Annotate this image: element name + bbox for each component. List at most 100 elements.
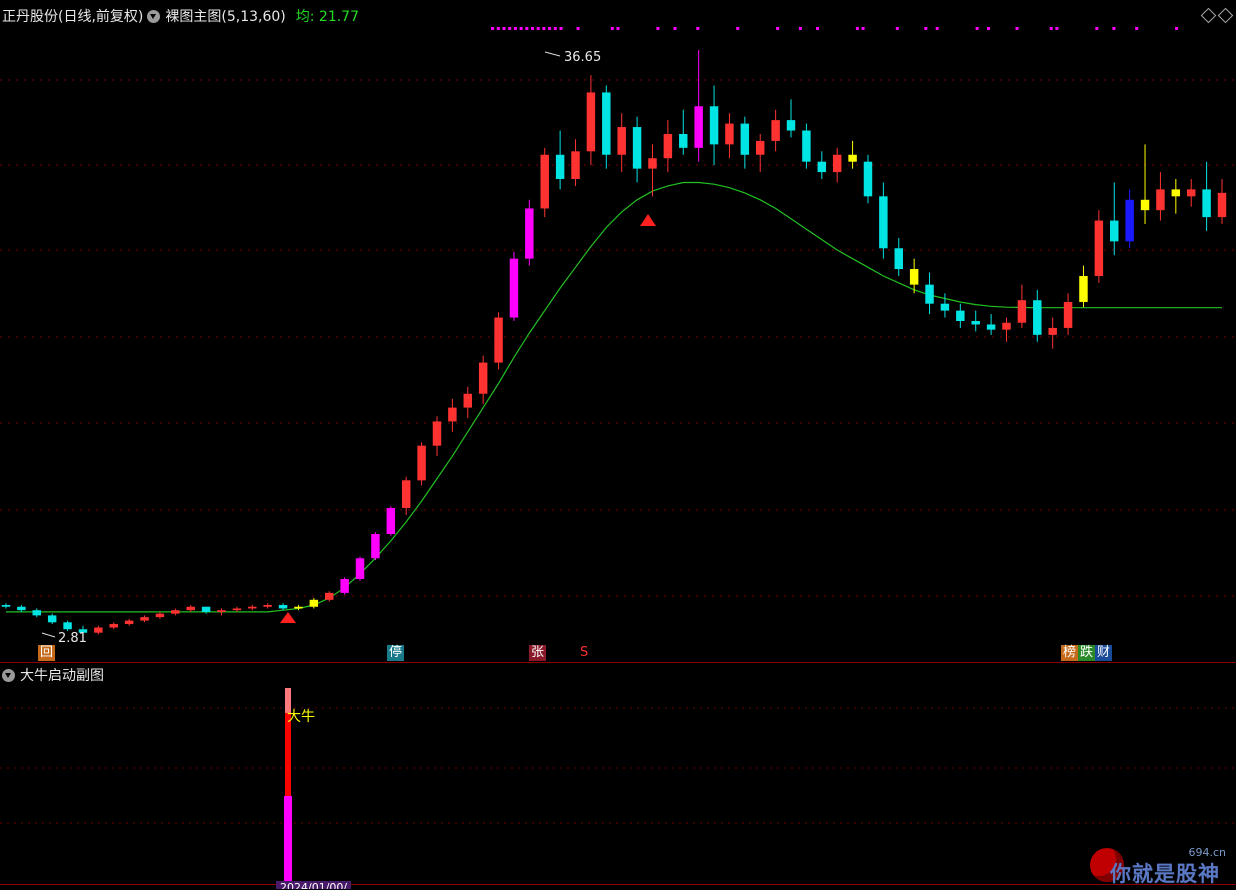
event-tag-back[interactable]: 回 — [38, 645, 56, 661]
candle[interactable] — [217, 608, 226, 616]
axis-date-label[interactable]: 2024/01/00/ — [276, 881, 352, 889]
candle[interactable] — [155, 611, 165, 619]
candle[interactable] — [94, 625, 103, 635]
candle[interactable] — [432, 416, 442, 457]
candle[interactable] — [494, 312, 503, 370]
candle[interactable] — [386, 506, 396, 536]
candle[interactable] — [879, 182, 888, 259]
candle-body — [755, 140, 765, 155]
watermark: 694.cn 你就是股神 — [1088, 846, 1234, 888]
candle[interactable] — [1125, 189, 1134, 249]
candle[interactable] — [956, 303, 965, 328]
candle[interactable] — [986, 314, 996, 335]
candle[interactable] — [1, 603, 11, 609]
candle[interactable] — [848, 140, 857, 169]
event-tag-halt[interactable]: 停 — [387, 645, 405, 661]
candle[interactable] — [1156, 172, 1165, 221]
candle[interactable] — [648, 144, 657, 197]
event-tag-list[interactable]: 榜 — [1061, 645, 1079, 661]
candle[interactable] — [401, 476, 411, 515]
candle[interactable] — [1079, 265, 1088, 308]
candle[interactable] — [663, 120, 673, 173]
candle[interactable] — [725, 113, 734, 159]
signal-dot — [776, 27, 780, 30]
candle[interactable] — [32, 608, 42, 618]
candle[interactable] — [263, 603, 272, 609]
candle[interactable] — [771, 109, 780, 152]
candle[interactable] — [740, 116, 750, 169]
candle[interactable] — [248, 605, 257, 611]
candle-body — [817, 161, 827, 173]
candle[interactable] — [894, 237, 903, 276]
signal-dot — [1055, 27, 1059, 30]
ma-line — [6, 181, 1222, 613]
candle[interactable] — [171, 608, 180, 616]
candle[interactable] — [571, 139, 580, 186]
candle[interactable] — [355, 556, 365, 581]
candle-body — [17, 606, 26, 611]
candle-body — [555, 154, 565, 180]
main-chart[interactable]: 36.65 2.81 — [0, 0, 1236, 660]
candle[interactable] — [525, 199, 534, 266]
candle[interactable] — [755, 133, 765, 173]
candle[interactable] — [632, 116, 642, 183]
candle[interactable] — [417, 442, 426, 486]
candle[interactable] — [448, 398, 457, 432]
candle[interactable] — [679, 109, 688, 155]
candle[interactable] — [1217, 179, 1227, 225]
candle[interactable] — [602, 85, 611, 169]
candle[interactable] — [786, 99, 796, 138]
candle-body — [1110, 220, 1119, 242]
candle[interactable] — [1048, 317, 1057, 349]
candle[interactable] — [971, 310, 980, 332]
candle[interactable] — [1063, 293, 1073, 335]
candle[interactable] — [709, 85, 719, 166]
candle[interactable] — [802, 123, 811, 169]
candle[interactable] — [186, 605, 195, 612]
candle[interactable] — [1002, 317, 1011, 342]
candle[interactable] — [17, 605, 26, 612]
candle[interactable] — [1171, 179, 1181, 214]
candle[interactable] — [1140, 144, 1150, 225]
event-tag-limit-up[interactable]: 张 — [529, 645, 547, 661]
candle[interactable] — [109, 622, 118, 630]
candle[interactable] — [540, 147, 549, 218]
candle[interactable] — [124, 618, 134, 626]
candle[interactable] — [1110, 182, 1119, 256]
candle[interactable] — [694, 50, 703, 162]
candle[interactable] — [278, 603, 288, 611]
candle-body — [1017, 300, 1027, 323]
candle[interactable] — [1202, 161, 1211, 231]
signal-dot — [798, 27, 802, 30]
candle[interactable] — [63, 620, 72, 631]
sub-chart[interactable]: 大牛 — [0, 663, 1236, 889]
candle[interactable] — [863, 154, 873, 204]
candle[interactable] — [309, 598, 319, 609]
candle[interactable] — [478, 355, 488, 405]
candle[interactable] — [340, 577, 349, 595]
candle[interactable] — [232, 606, 242, 612]
candle[interactable] — [1094, 210, 1104, 283]
candle[interactable] — [1186, 179, 1196, 207]
candle[interactable] — [201, 606, 211, 614]
candle[interactable] — [586, 75, 596, 166]
candle-body — [463, 393, 473, 408]
candle[interactable] — [509, 251, 519, 322]
candle[interactable] — [1033, 289, 1042, 342]
candle[interactable] — [1017, 284, 1027, 328]
candle[interactable] — [832, 147, 842, 183]
candle[interactable] — [140, 615, 149, 623]
candle[interactable] — [47, 613, 57, 625]
candle[interactable] — [371, 532, 380, 560]
event-tag-finance[interactable]: 财 — [1095, 645, 1113, 661]
candle[interactable] — [555, 130, 565, 190]
candle[interactable] — [817, 151, 827, 180]
candle-body — [694, 106, 703, 148]
candle[interactable] — [463, 386, 473, 418]
candle[interactable] — [940, 293, 950, 318]
event-tag-s[interactable]: S — [578, 645, 590, 661]
candle[interactable] — [617, 113, 626, 173]
candle-body — [417, 445, 426, 481]
candle[interactable] — [925, 272, 934, 315]
event-tag-fall[interactable]: 跌 — [1078, 645, 1096, 661]
